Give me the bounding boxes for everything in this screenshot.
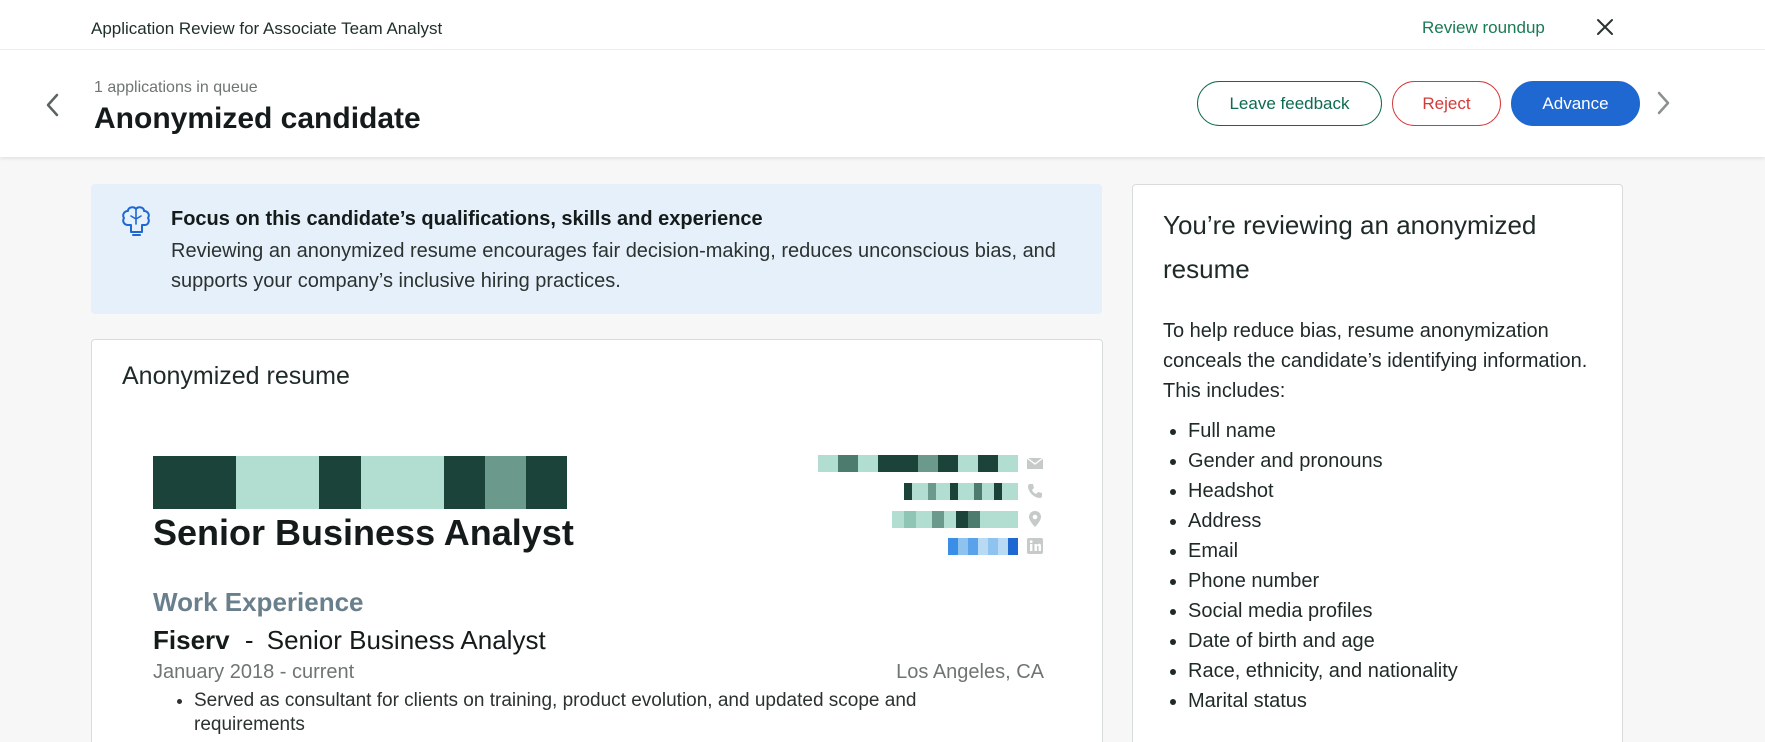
side-card-title: You’re reviewing an anonymized resume [1163,210,1537,284]
list-item: Full name [1188,416,1458,446]
redacted-name-block [153,456,567,509]
side-card-description: To help reduce bias, resume anonymizatio… [1163,320,1588,402]
chevron-right-icon[interactable] [1655,90,1671,116]
close-icon[interactable] [1596,18,1614,36]
redacted-email [818,454,1044,472]
redacted-address [892,510,1044,528]
list-item: Phone number [1188,566,1458,596]
job-company: Fiserv [153,625,230,655]
reject-button[interactable]: Reject [1392,81,1501,126]
anonymized-resume-card: Anonymized resume Senior Business Analys… [91,339,1103,742]
list-item: Gender and pronouns [1188,446,1458,476]
top-bar: Application Review for Associate Team An… [0,0,1765,50]
list-item: Served as consultant for clients on trai… [194,689,1013,737]
candidate-header: 1 applications in queue Anonymized candi… [0,50,1765,157]
phone-icon [1028,484,1042,498]
list-item: Headshot [1188,476,1458,506]
list-item: Race, ethnicity, and nationality [1188,656,1458,686]
leave-feedback-button[interactable]: Leave feedback [1197,81,1382,126]
location-pin-icon [1029,511,1041,527]
mail-icon [1026,457,1044,469]
anonymization-info-card: You’re reviewing an anonymized resume To… [1132,184,1623,742]
linkedin-icon [1027,538,1043,554]
list-item: Date of birth and age [1188,626,1458,656]
job-role: Senior Business Analyst [266,625,546,655]
list-item: Social media profiles [1188,596,1458,626]
work-experience-heading: Work Experience [153,587,364,617]
list-item: Address [1188,506,1458,536]
job-bullets: Served as consultant for clients on trai… [153,689,1013,737]
candidate-name: Anonymized candidate [94,102,421,135]
queue-count: 1 applications in queue [94,79,258,96]
job-location: Los Angeles, CA [896,661,1044,683]
job-dates: January 2018 - current [153,661,355,683]
job-separator: - [244,625,254,655]
list-item: Marital status [1188,686,1458,716]
redacted-linkedin [948,537,1044,555]
list-item: Email [1188,536,1458,566]
banner-title: Focus on this candidate’s qualifications… [171,208,763,230]
concealed-info-list: Full name Gender and pronouns Headshot A… [1163,416,1458,716]
advance-button[interactable]: Advance [1511,81,1640,126]
resume-heading: Senior Business Analyst [153,512,574,553]
banner-text: Reviewing an anonymized resume encourage… [171,240,1056,292]
brain-icon [122,206,150,236]
resume-card-title: Anonymized resume [122,362,350,390]
review-roundup-link[interactable]: Review roundup [1422,18,1545,38]
application-review-title: Application Review for Associate Team An… [91,19,443,38]
chevron-left-icon[interactable] [45,92,61,118]
redacted-phone [904,482,1044,500]
anonymized-info-banner: Focus on this candidate’s qualifications… [91,184,1102,314]
job-title-line: Fiserv - Senior Business Analyst [153,625,546,656]
